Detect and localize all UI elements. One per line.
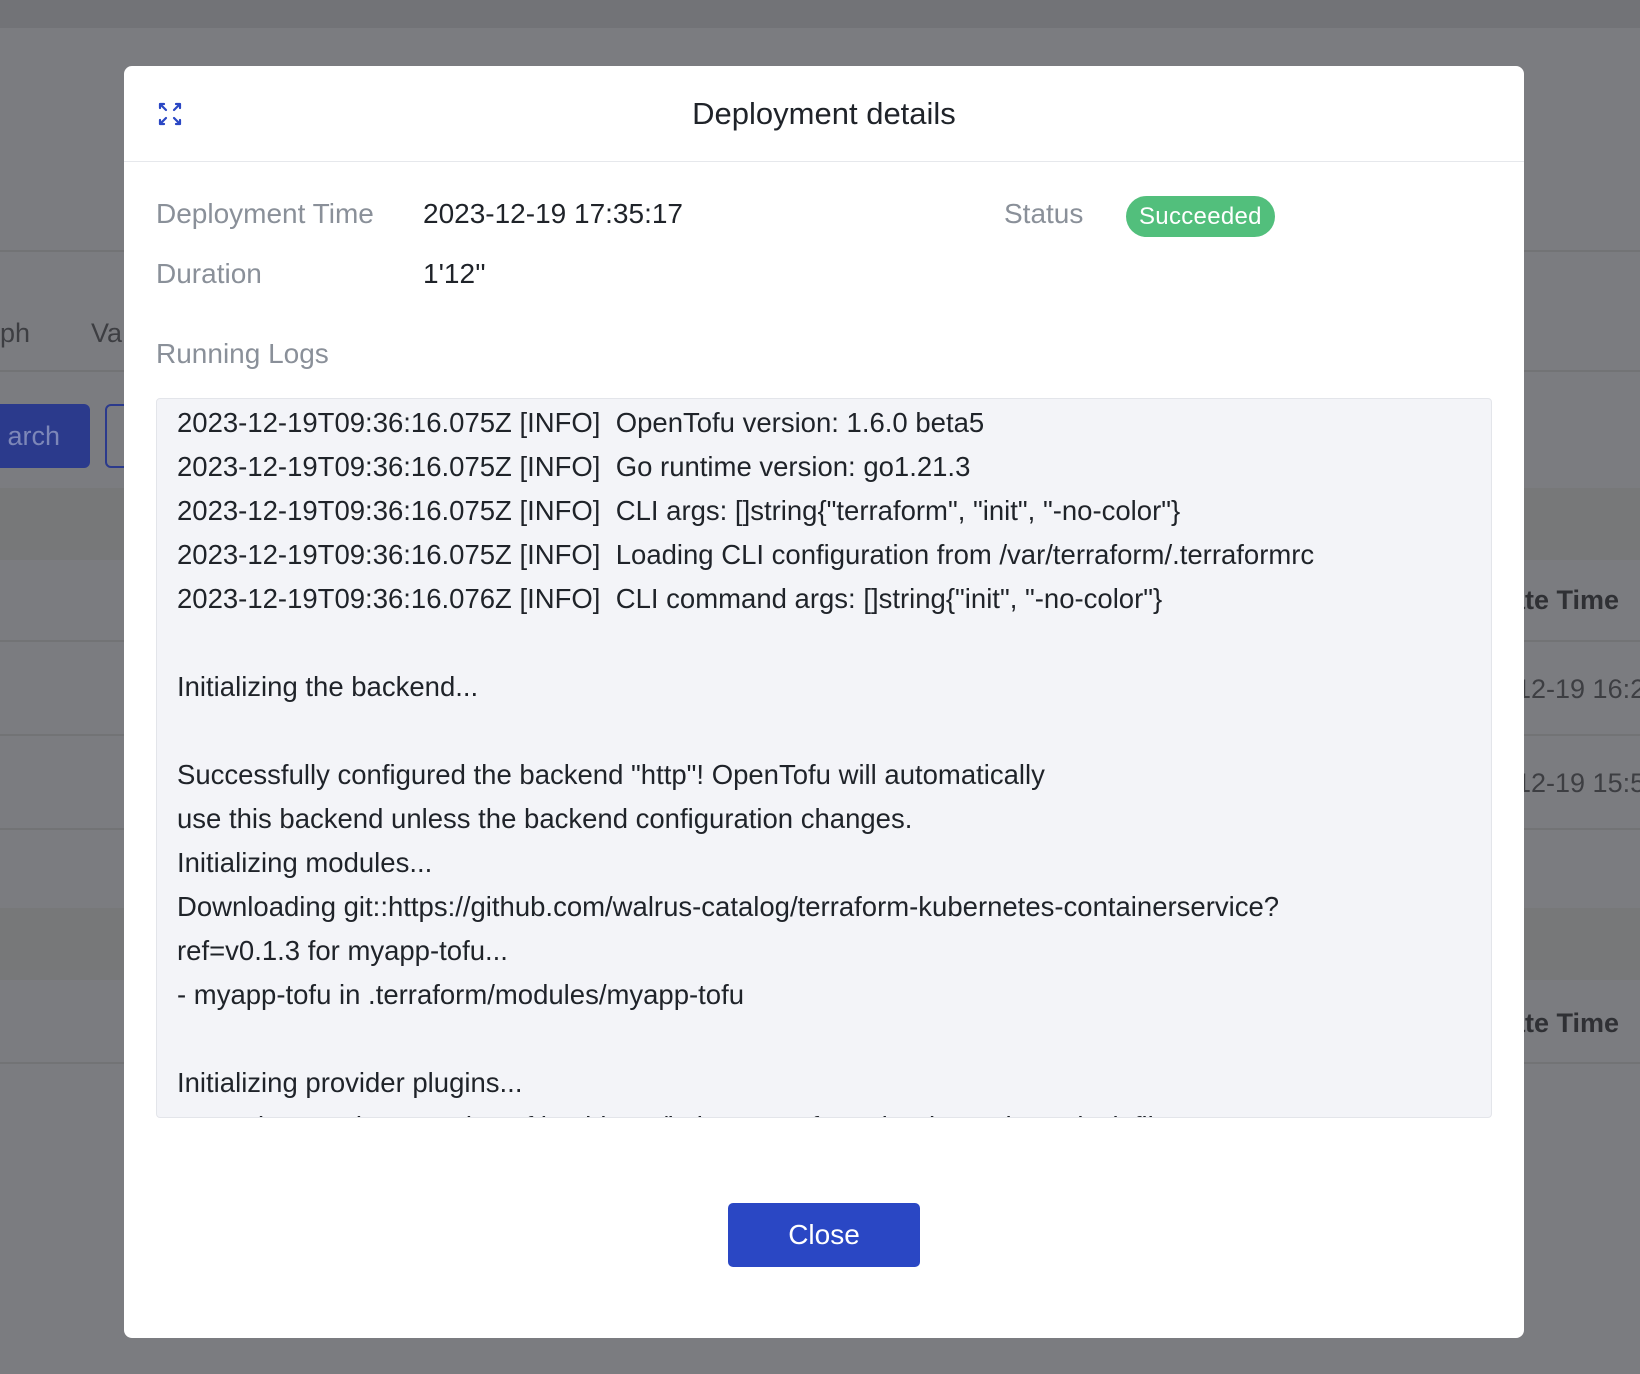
status-label: Status [1004,198,1084,229]
background-row-time: 12-19 15:5 [1516,768,1640,798]
status-row: Status [1004,198,1083,230]
log-line: 2023-12-19T09:36:16.075Z [INFO] Loading … [177,539,1315,570]
log-line: Downloading git::https://github.com/walr… [177,891,1280,922]
log-line: - myapp-tofu in .terraform/modules/myapp… [177,979,745,1010]
log-line: 2023-12-19T09:36:16.075Z [INFO] Go runti… [177,451,971,482]
log-line: use this backend unless the backend conf… [177,803,913,834]
background-header [0,0,1640,28]
background-tab-graph: ph [0,318,31,348]
background-tab-variables: Va [91,318,123,348]
expand-arrows-icon[interactable] [158,102,182,126]
log-line: Initializing the backend... [177,671,479,702]
deployment-time-row: Deployment Time [156,198,374,230]
background-search-button: arch [0,404,90,468]
background-row-time: 12-19 16:2 [1516,674,1640,704]
duration-value: 1'12'' [423,258,486,289]
log-line: - Reusing previous version of hashicorp/… [177,1105,1491,1117]
background-column-header: ate Time [1510,585,1620,615]
log-line: 2023-12-19T09:36:16.076Z [INFO] CLI comm… [177,583,1163,614]
log-line: Initializing modules... [177,847,433,878]
status-badge: Succeeded [1126,196,1275,237]
log-line: 2023-12-19T09:36:16.075Z [INFO] CLI args… [177,495,1181,526]
log-line: Initializing provider plugins... [177,1067,523,1098]
duration-value-row: 1'12'' [423,258,486,290]
running-logs-label: Running Logs [156,338,329,369]
running-logs-viewer[interactable]: 2023-12-19T09:36:16.075Z [INFO] OpenTofu… [156,398,1492,1118]
deployment-time-value-row: 2023-12-19 17:35:17 [423,198,683,230]
modal-title: Deployment details [692,95,956,131]
log-line: 2023-12-19T09:36:16.075Z [INFO] OpenTofu… [177,407,985,438]
log-line: Successfully configured the backend "htt… [177,759,1045,790]
deployment-time-label: Deployment Time [156,198,374,229]
log-line: ref=v0.1.3 for myapp-tofu... [177,935,508,966]
deployment-time-value: 2023-12-19 17:35:17 [423,198,683,229]
duration-row: Duration [156,258,262,290]
modal-header: Deployment details [124,66,1524,162]
background-column-header: ate Time [1510,1008,1620,1038]
duration-label: Duration [156,258,262,289]
deployment-details-modal: Deployment details Deployment Time 2023-… [124,66,1524,1338]
running-logs-row: Running Logs [156,338,329,370]
close-button[interactable]: Close [728,1203,920,1267]
